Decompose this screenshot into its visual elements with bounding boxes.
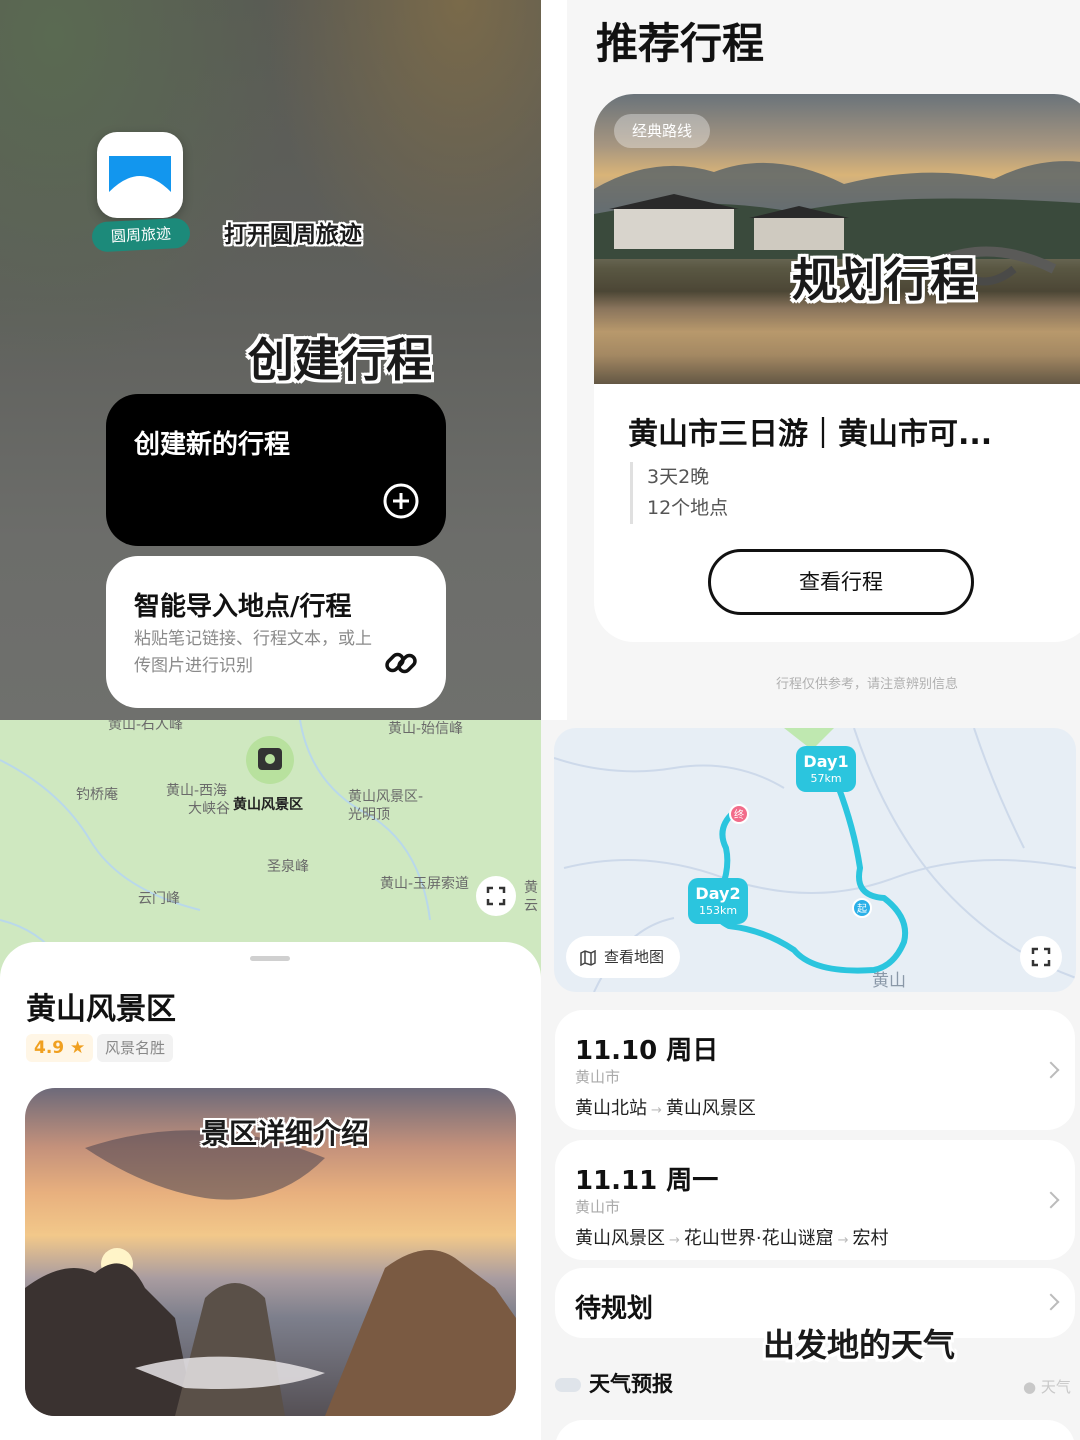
map-label-shixinfeng: 黄山-始信峰: [388, 721, 464, 737]
spot-photo[interactable]: 景区详细介绍: [25, 1088, 516, 1416]
route-map-expand-button[interactable]: [1020, 936, 1062, 978]
weather-forecast-title: 天气预报: [555, 1368, 673, 1398]
route-map[interactable]: Day1 57km Day2 153km 终 起 黄山 查看地图: [554, 728, 1076, 992]
classic-route-tag: 经典路线: [614, 114, 711, 148]
recommend-title: 推荐行程: [596, 19, 765, 68]
stop: 黄山北站: [575, 1098, 647, 1119]
map-label-guangmingding-1: 黄山风景区-: [348, 789, 424, 805]
day2-badge[interactable]: Day2 153km: [688, 878, 748, 924]
smart-import-menu-item[interactable]: 智能导入地点/行程 粘贴笔记链接、行程文本，或上传图片进行识别: [106, 556, 446, 708]
map-label-edge-1: 黄: [524, 880, 538, 896]
map-city-label: 黄山: [872, 971, 906, 991]
recommended-trip-card[interactable]: 经典路线 规划行程 黄山市三日游｜黄山市可... 3天2晚 12个地点 查看行程: [594, 94, 1080, 642]
view-map-button[interactable]: 查看地图: [566, 936, 681, 978]
day-city: 黄山市: [575, 1198, 621, 1216]
map-label-xihai: 黄山-西海: [166, 783, 228, 799]
map-label-daxiagu: 大峡谷: [188, 801, 230, 817]
trip-duration: 3天2晚: [647, 466, 710, 488]
smart-import-desc: 粘贴笔记链接、行程文本，或上传图片进行识别: [134, 629, 372, 676]
weather-source: ● 天气: [1023, 1376, 1071, 1397]
trip-meta: 3天2晚 12个地点: [630, 462, 728, 524]
day-card-2[interactable]: 11.11 周一 黄山市 黄山风景区 → 花山世界·花山谜窟 → 宏村: [555, 1140, 1075, 1260]
itinerary-panel: Day1 57km Day2 153km 终 起 黄山 查看地图 11.10 周…: [541, 720, 1080, 1440]
stop: 黄山风景区: [665, 1098, 756, 1119]
recommend-panel: 推荐行程 经典路线 规划行程 黄山市三日游｜黄山市可... 3天2晚 12个地点…: [567, 0, 1080, 720]
start-pin[interactable]: 起: [852, 898, 872, 918]
expand-icon: [486, 886, 506, 906]
link-icon: [385, 652, 417, 674]
stop: 宏村: [852, 1228, 889, 1249]
arrow-icon: →: [837, 1233, 849, 1248]
day-date: 11.11 周一: [575, 1166, 719, 1196]
weather-title-text: 天气预报: [589, 1372, 673, 1396]
rating-badge: 4.9 ★: [26, 1034, 94, 1062]
caption-scenic-intro: 景区详细介绍: [201, 1117, 370, 1150]
map-label-edge-2: 云: [524, 898, 538, 914]
map-fullscreen-button[interactable]: [476, 876, 516, 916]
day-date: 11.10 周日: [575, 1036, 719, 1066]
chevron-right-icon: [1042, 1191, 1060, 1209]
map-label-yunmenfeng: 云门峰: [138, 891, 180, 907]
caption-departure-weather: 出发地的天气: [763, 1326, 956, 1364]
chevron-right-icon: [1042, 1293, 1060, 1311]
weather-card: [555, 1420, 1075, 1440]
day2-label: Day2: [695, 884, 741, 903]
app-name-label: 圆周旅迹: [91, 217, 191, 253]
apple-logo-icon: ●: [1023, 1378, 1041, 1396]
trip-cover-photo: 经典路线 规划行程: [594, 94, 1080, 384]
map-label-shirenfeng: 黄山-石人峰: [108, 720, 184, 733]
wave-logo-icon: [109, 156, 171, 192]
cloud-icon: [555, 1378, 581, 1392]
arrow-icon: →: [669, 1233, 680, 1248]
arrow-icon: →: [651, 1103, 662, 1118]
map-label-yuping: 黄山-玉屏索道: [380, 876, 470, 892]
day-stops: 黄山北站 → 黄山风景区: [575, 1094, 756, 1120]
plus-circle-icon: [383, 483, 419, 519]
map-label-guangmingding-2: 光明顶: [348, 807, 390, 823]
spot-name: 黄山风景区: [26, 992, 176, 1027]
expand-icon: [1031, 947, 1051, 967]
smart-import-label: 智能导入地点/行程: [134, 592, 352, 622]
end-pin[interactable]: 终: [729, 804, 749, 824]
spot-detail-sheet: 黄山风景区 4.9 ★ 风景名胜 景区详细介绍: [0, 942, 541, 1440]
day1-distance: 57km: [810, 772, 842, 785]
view-map-label: 查看地图: [604, 948, 665, 966]
day1-badge[interactable]: Day1 57km: [796, 746, 856, 792]
disclaimer-text: 行程仅供参考，请注意辨别信息: [775, 677, 958, 692]
map-label-shengquanfeng: 圣泉峰: [267, 859, 309, 875]
scenic-spot-panel: 黄山-石人峰 黄山-始信峰 钓桥庵 黄山-西海 大峡谷 黄山风景区 黄山风景区-…: [0, 720, 541, 1440]
map-label-scenic-area: 黄山风景区: [233, 797, 303, 813]
pending-label: 待规划: [575, 1294, 654, 1324]
stop: 黄山风景区: [575, 1228, 665, 1249]
day2-distance: 153km: [698, 904, 738, 917]
caption-plan-trip: 规划行程: [792, 253, 976, 307]
caption-create-trip: 创建行程: [248, 333, 432, 387]
home-screen-panel: 圆周旅迹 打开圆周旅迹 创建行程 创建新的行程 智能导入地点/行程 粘贴笔记链接…: [0, 0, 541, 720]
chevron-right-icon: [1042, 1061, 1060, 1079]
app-icon-yuanzhou[interactable]: [97, 132, 183, 218]
create-trip-label: 创建新的行程: [134, 430, 291, 460]
sheet-grabber[interactable]: [250, 956, 290, 961]
caption-open-app: 打开圆周旅迹: [224, 222, 362, 248]
create-trip-menu-item[interactable]: 创建新的行程: [106, 394, 446, 546]
day-card-1[interactable]: 11.10 周日 黄山市 黄山北站 → 黄山风景区: [555, 1010, 1075, 1130]
stop: 花山世界·花山谜窟: [683, 1228, 834, 1249]
trip-name: 黄山市三日游｜黄山市可...: [628, 417, 993, 452]
map-icon: [580, 949, 596, 966]
trip-place-count: 12个地点: [647, 497, 729, 519]
map-label-diaoqiaoan: 钓桥庵: [76, 787, 118, 803]
day-city: 黄山市: [575, 1068, 621, 1086]
view-trip-button[interactable]: 查看行程: [708, 549, 974, 615]
day1-label: Day1: [803, 752, 849, 771]
day-stops: 黄山风景区 → 花山世界·花山谜窟 → 宏村: [575, 1224, 889, 1250]
weather-source-text: 天气: [1040, 1378, 1071, 1396]
camera-pin-icon[interactable]: [246, 736, 294, 784]
category-tag: 风景名胜: [97, 1034, 174, 1062]
